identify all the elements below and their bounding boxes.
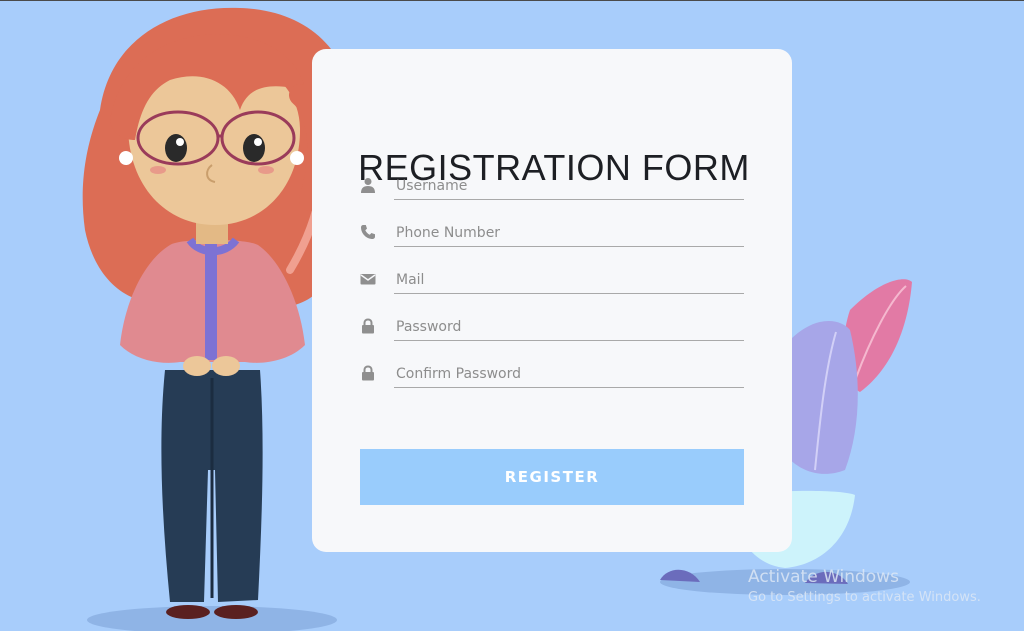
- mail-field: [360, 267, 744, 297]
- confirm-password-input[interactable]: [394, 361, 744, 388]
- username-input[interactable]: [394, 173, 744, 200]
- user-icon: [360, 177, 376, 193]
- lock-icon: [360, 365, 376, 381]
- phone-number-field: [360, 220, 744, 250]
- mail-input[interactable]: [394, 267, 744, 294]
- confirm-password-field: [360, 361, 744, 391]
- password-input[interactable]: [394, 314, 744, 341]
- password-field: [360, 314, 744, 344]
- registration-card: REGISTRATION FORM REGISTER: [312, 49, 792, 552]
- register-button[interactable]: REGISTER: [360, 449, 744, 505]
- lock-icon: [360, 318, 376, 334]
- username-field: [360, 173, 744, 203]
- phone-number-input[interactable]: [394, 220, 744, 247]
- phone-icon: [360, 224, 376, 240]
- mail-icon: [360, 271, 376, 287]
